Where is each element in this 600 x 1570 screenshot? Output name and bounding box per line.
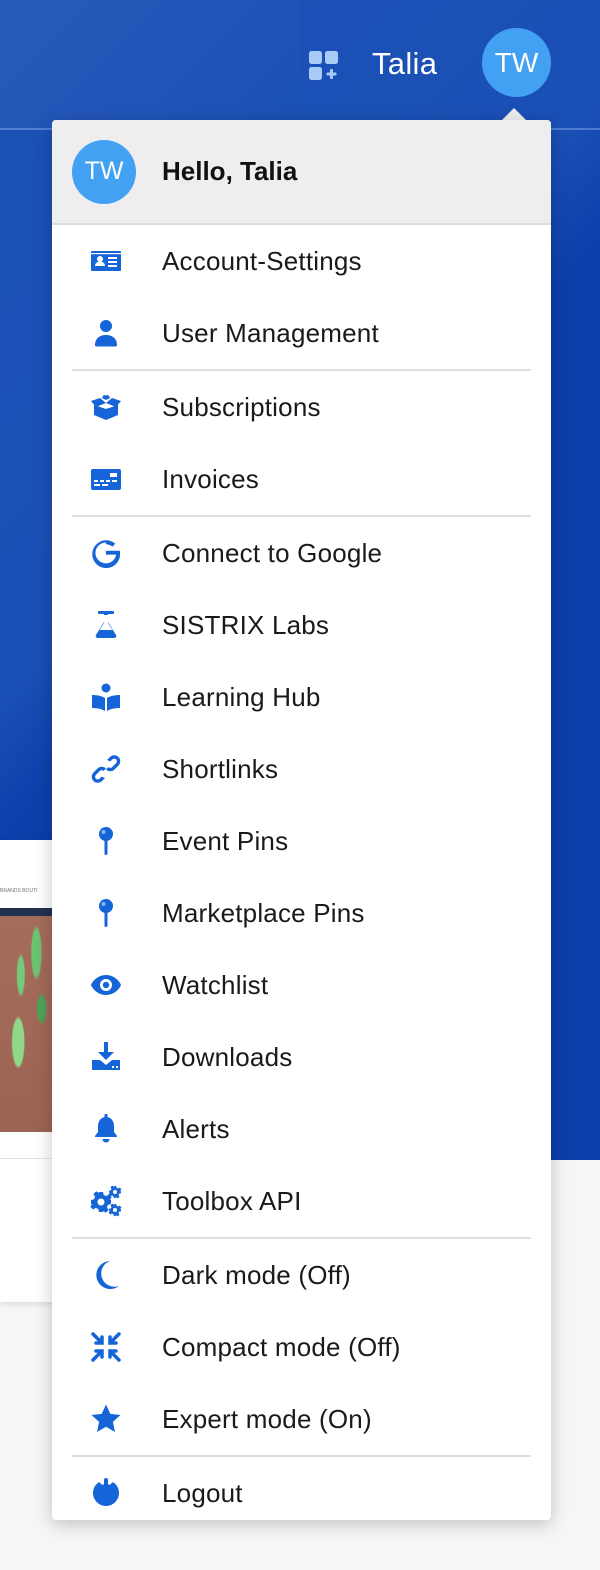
menu-item-watchlist[interactable]: Watchlist [52, 949, 551, 1021]
menu-item-label: User Management [162, 317, 379, 348]
pin-icon [88, 823, 124, 859]
compress-icon [88, 1329, 124, 1365]
menu-item-label: Logout [162, 1477, 243, 1508]
power-icon [88, 1475, 124, 1511]
menu-item-alerts[interactable]: Alerts [52, 1093, 551, 1165]
menu-avatar: TW [72, 139, 136, 204]
background-card-divider [0, 1158, 52, 1159]
menu-item-label: Learning Hub [162, 681, 321, 712]
menu-item-learning-hub[interactable]: Learning Hub [52, 661, 551, 733]
menu-item-label: Shortlinks [162, 753, 279, 784]
menu-item-label: Watchlist [162, 969, 269, 1000]
jewelry-image [0, 908, 52, 1132]
menu-item-marketplace-pins[interactable]: Marketplace Pins [52, 877, 551, 949]
menu-item-invoices[interactable]: Invoices [52, 443, 551, 515]
menu-item-label: Toolbox API [162, 1185, 302, 1216]
menu-item-connect-google[interactable]: Connect to Google [52, 517, 551, 589]
menu-item-label: Downloads [162, 1041, 293, 1072]
credit-card-icon [88, 461, 124, 497]
user-dropdown-menu: TW Hello, Talia Account-Settings User Ma… [52, 120, 551, 1520]
id-card-icon [88, 243, 124, 279]
menu-item-label: Event Pins [162, 825, 289, 856]
menu-item-subscriptions[interactable]: Subscriptions [52, 371, 551, 443]
menu-item-label: Compact mode (Off) [162, 1331, 401, 1362]
apps-add-icon[interactable] [308, 50, 340, 82]
download-icon [88, 1039, 124, 1075]
dropdown-caret [502, 108, 526, 120]
menu-item-shortlinks[interactable]: Shortlinks [52, 733, 551, 805]
menu-item-expert-mode[interactable]: Expert mode (On) [52, 1383, 551, 1455]
moon-icon [88, 1257, 124, 1293]
menu-item-label: Invoices [162, 463, 259, 494]
menu-item-logout[interactable]: Logout [52, 1457, 551, 1520]
flask-icon [88, 607, 124, 643]
background-card-nav: BRANDS BOUTI [0, 888, 38, 894]
background-content-card: BRANDS BOUTI [0, 840, 60, 1302]
gears-icon [88, 1183, 124, 1219]
menu-item-account-settings[interactable]: Account-Settings [52, 225, 551, 297]
menu-item-label: Marketplace Pins [162, 897, 365, 928]
pin-icon [88, 895, 124, 931]
menu-item-label: Dark mode (Off) [162, 1259, 351, 1290]
menu-item-label: Connect to Google [162, 537, 383, 568]
eye-icon [88, 967, 124, 1003]
menu-item-dark-mode[interactable]: Dark mode (Off) [52, 1239, 551, 1311]
menu-item-label: Alerts [162, 1113, 230, 1144]
book-reader-icon [88, 679, 124, 715]
menu-item-downloads[interactable]: Downloads [52, 1021, 551, 1093]
user-avatar-button[interactable]: TW [482, 28, 551, 97]
user-icon [88, 315, 124, 351]
link-icon [88, 751, 124, 787]
menu-header: TW Hello, Talia [52, 120, 551, 225]
user-name[interactable]: Talia [372, 46, 437, 82]
menu-item-compact-mode[interactable]: Compact mode (Off) [52, 1311, 551, 1383]
star-icon [88, 1401, 124, 1437]
menu-item-sistrix-labs[interactable]: SISTRIX Labs [52, 589, 551, 661]
bell-icon [88, 1111, 124, 1147]
open-box-icon [88, 389, 124, 425]
menu-item-user-management[interactable]: User Management [52, 297, 551, 369]
menu-item-event-pins[interactable]: Event Pins [52, 805, 551, 877]
menu-item-label: Subscriptions [162, 391, 321, 422]
menu-item-toolbox-api[interactable]: Toolbox API [52, 1165, 551, 1237]
google-icon [88, 535, 124, 571]
menu-item-label: Account-Settings [162, 245, 362, 276]
menu-item-label: Expert mode (On) [162, 1403, 372, 1434]
greeting: Hello, Talia [162, 156, 298, 186]
menu-item-label: SISTRIX Labs [162, 609, 330, 640]
